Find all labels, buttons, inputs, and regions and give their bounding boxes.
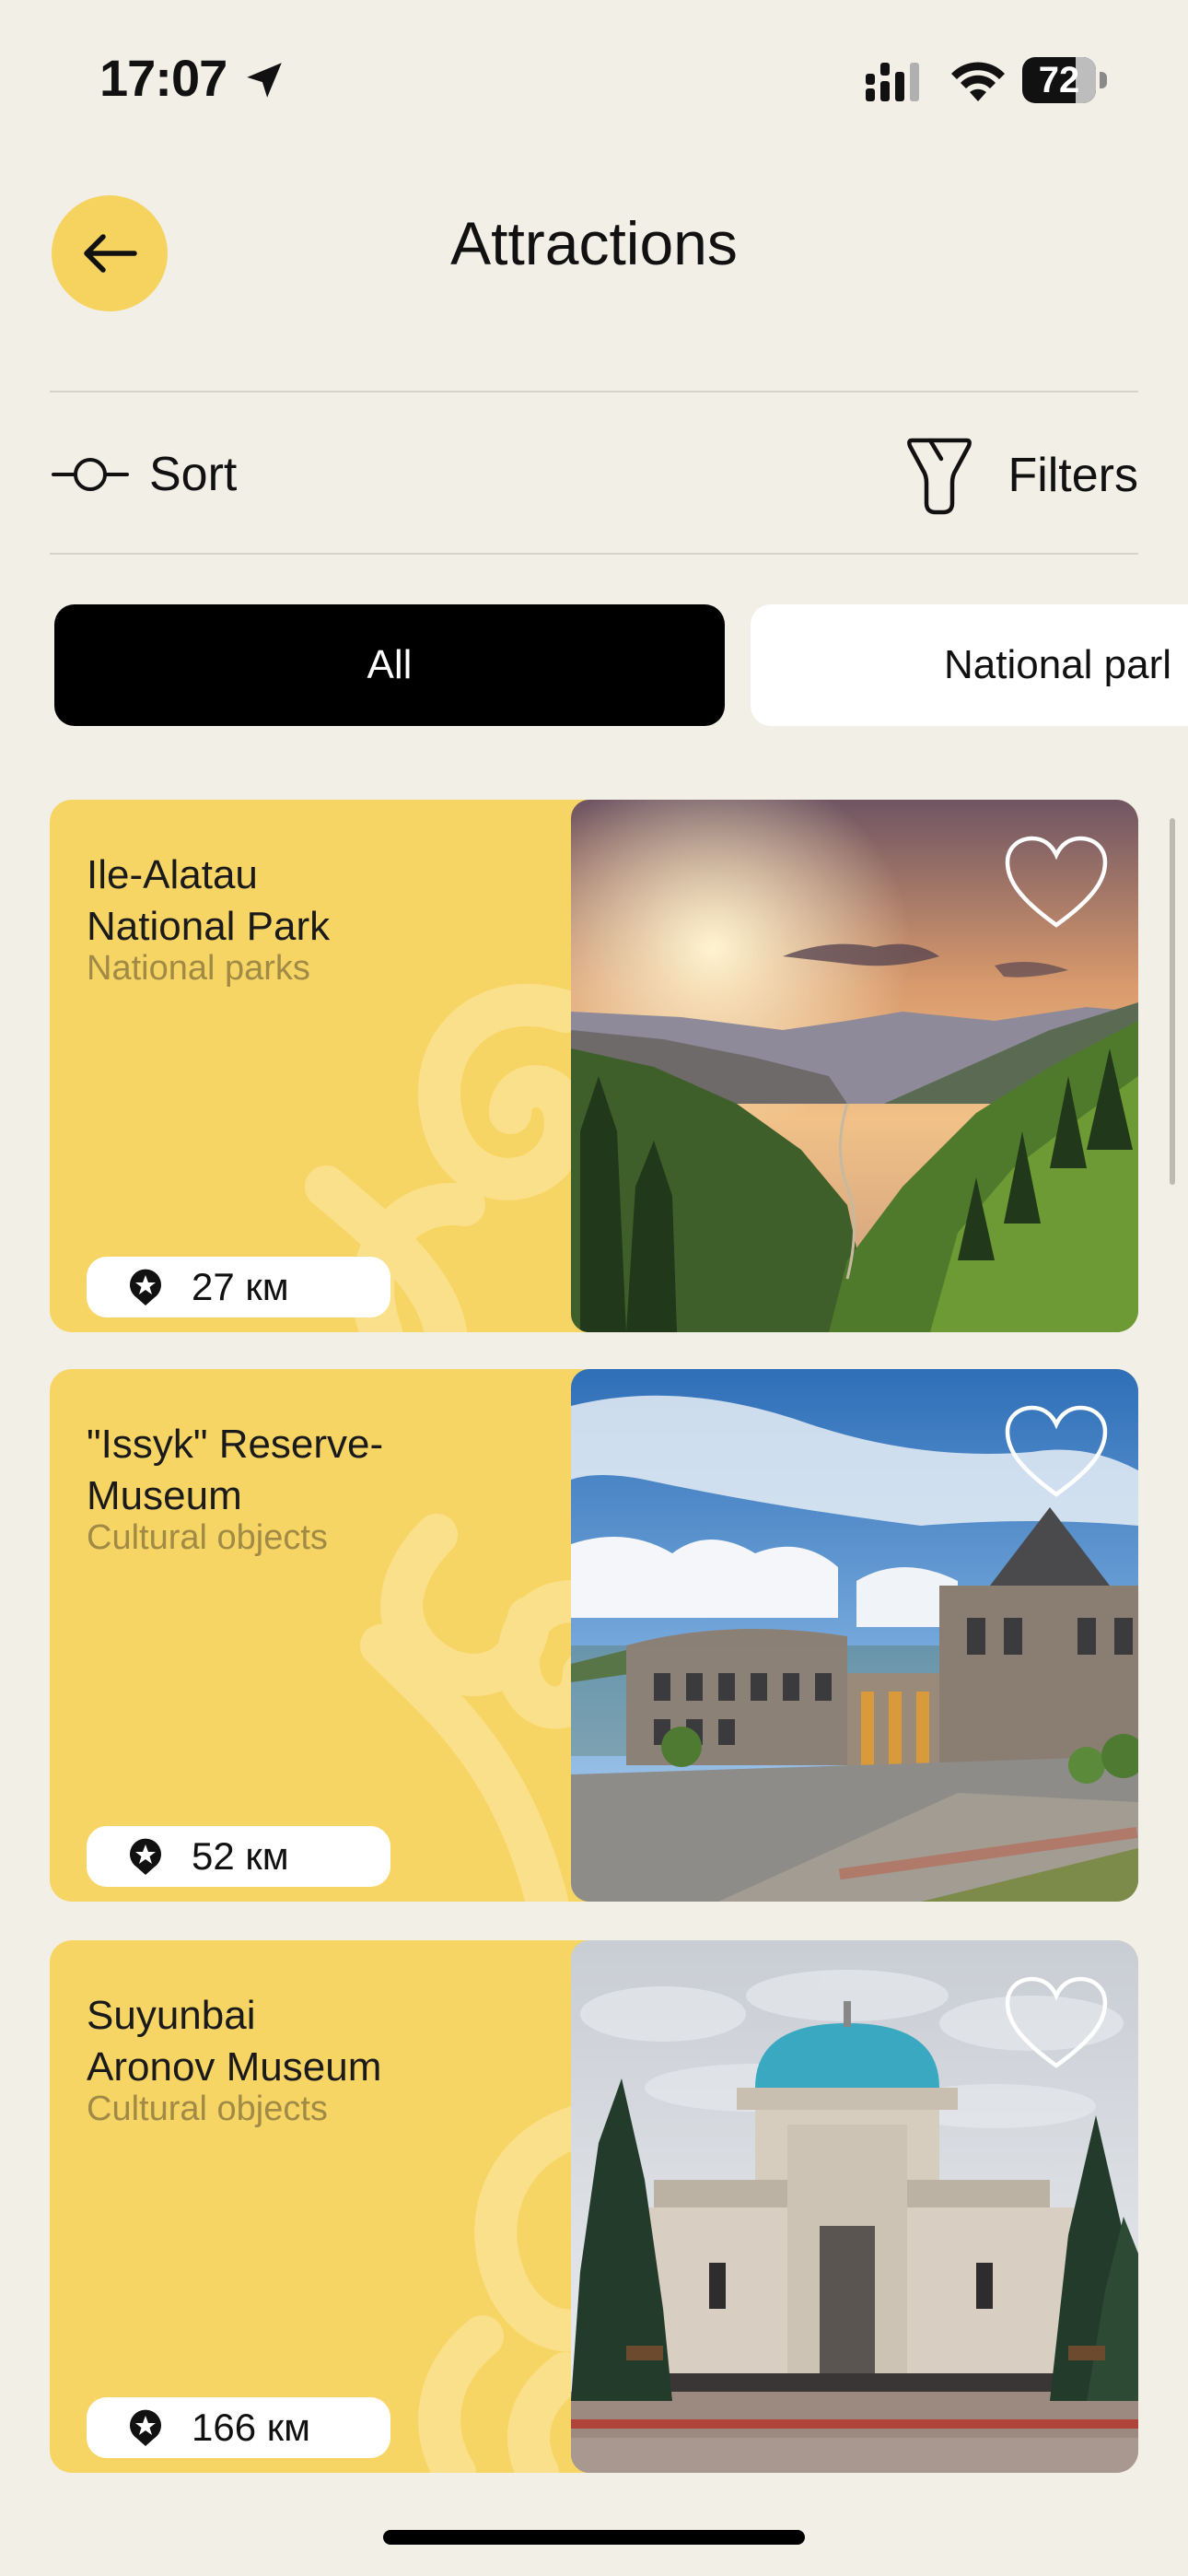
scroll-indicator[interactable] [1170, 818, 1175, 1185]
chip-all[interactable]: All [54, 604, 725, 726]
card-category: National parks [87, 949, 310, 988]
attraction-card[interactable]: Ile-Alatau National Park National parks … [50, 800, 1138, 1332]
chip-national-parks-label: National parl [944, 642, 1172, 687]
status-bar: 17:07 72 [0, 0, 1188, 157]
card-category: Cultural objects [87, 1518, 328, 1557]
header-divider [50, 391, 1138, 392]
distance-text: 166 км [192, 2406, 310, 2449]
battery-icon: 72 [1022, 57, 1109, 103]
attraction-card[interactable]: "Issyk" Reserve- Museum Cultural objects… [50, 1369, 1138, 1902]
sort-button[interactable]: Sort [52, 433, 237, 516]
card-category: Cultural objects [87, 2090, 328, 2128]
filter-icon [907, 438, 973, 515]
card-title: "Issyk" Reserve- Museum [87, 1422, 384, 1518]
favorite-heart-icon[interactable] [1002, 1402, 1111, 1502]
card-title: Ile-Alatau National Park [87, 852, 331, 949]
chip-all-label: All [367, 642, 413, 687]
wifi-icon [951, 62, 1005, 101]
distance-badge: 166 км [87, 2397, 390, 2458]
status-time: 17:07 [99, 49, 227, 107]
attraction-card[interactable]: Suyunbai Aronov Museum Cultural objects … [50, 1940, 1138, 2473]
map-pin-star-icon [130, 1838, 161, 1875]
sort-icon [52, 458, 129, 491]
sort-label: Sort [149, 448, 238, 501]
favorite-heart-icon[interactable] [1002, 833, 1111, 932]
filters-button[interactable]: Filters [904, 429, 1138, 521]
distance-text: 27 км [192, 1265, 289, 1308]
favorite-heart-icon[interactable] [1002, 1973, 1111, 2073]
toolbar-divider [50, 553, 1138, 555]
map-pin-star-icon [130, 1269, 161, 1306]
home-indicator[interactable] [383, 2530, 805, 2545]
signal-icon [866, 63, 919, 101]
card-title: Suyunbai Aronov Museum [87, 1993, 382, 2090]
chip-national-parks[interactable]: National parl [751, 604, 1188, 726]
card-image-domed-museum[interactable] [571, 1940, 1138, 2473]
card-image-museum-building[interactable] [571, 1369, 1138, 1902]
map-pin-star-icon [130, 2409, 161, 2446]
location-arrow-icon [247, 63, 282, 98]
distance-text: 52 км [192, 1834, 289, 1878]
distance-badge: 27 км [87, 1257, 390, 1317]
distance-badge: 52 км [87, 1826, 390, 1887]
battery-percentage: 72 [1038, 60, 1080, 100]
card-image-mountain-valley[interactable] [571, 800, 1138, 1332]
filters-label: Filters [1007, 449, 1138, 502]
page-title: Attractions [450, 209, 738, 277]
